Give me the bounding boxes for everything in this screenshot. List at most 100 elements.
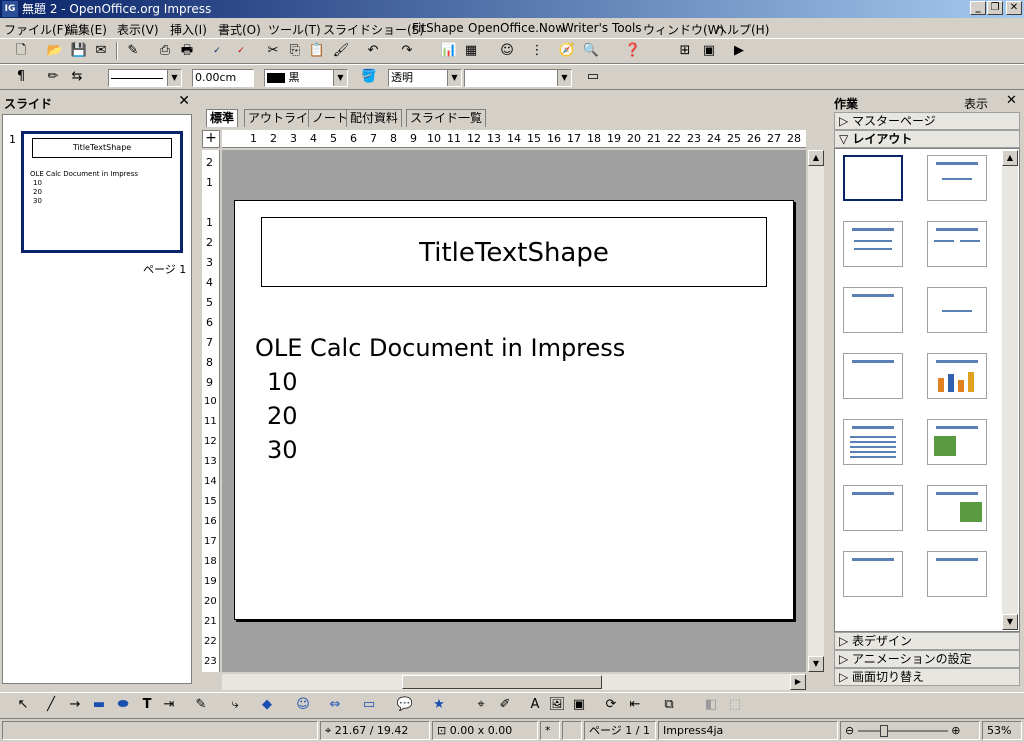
layout-title-clipart-text[interactable] bbox=[927, 419, 987, 465]
extrusion-icon[interactable]: ◧ bbox=[702, 696, 720, 714]
rotate-icon[interactable]: ⟳ bbox=[602, 696, 620, 714]
connector-tool-icon[interactable]: ⇥ bbox=[160, 696, 178, 714]
tab-normal[interactable]: 標準 bbox=[206, 109, 239, 127]
ellipse-tool-icon[interactable]: ⬬ bbox=[114, 696, 132, 714]
undo-icon[interactable]: ↶ bbox=[364, 42, 382, 60]
fontwork-icon[interactable]: A bbox=[526, 696, 544, 714]
shadow-icon[interactable]: ▭ bbox=[584, 68, 602, 86]
export-pdf-icon[interactable]: ⎙ bbox=[156, 42, 174, 60]
clone-format-icon[interactable]: 🖌 bbox=[332, 42, 350, 60]
impress-app-icon[interactable]: IG bbox=[2, 1, 18, 17]
taskpane-scrollbar[interactable]: ▲ ▼ bbox=[1002, 150, 1018, 630]
layout-centered-text[interactable] bbox=[927, 287, 987, 333]
editor-vertical-scrollbar[interactable]: ▲ ▼ bbox=[808, 150, 824, 672]
layout-blank[interactable] bbox=[843, 155, 903, 201]
layout-title-only-2[interactable] bbox=[843, 287, 903, 333]
menu-writers-tools[interactable]: Writer's Tools bbox=[562, 21, 642, 35]
layout-two-content[interactable] bbox=[927, 221, 987, 267]
stars-icon[interactable]: ★ bbox=[430, 696, 448, 714]
3d-effects-icon[interactable]: ⬚ bbox=[726, 696, 744, 714]
section-custom-animation[interactable]: ▷ アニメーションの設定 bbox=[834, 650, 1020, 668]
menu-format[interactable]: 書式(O) bbox=[218, 21, 261, 38]
selection-mode[interactable] bbox=[562, 721, 582, 740]
layout-title-text-chart[interactable] bbox=[843, 485, 903, 531]
section-layouts[interactable]: ▽ レイアウト bbox=[834, 130, 1020, 148]
ruler-origin-icon[interactable]: + bbox=[202, 130, 220, 148]
close-icon[interactable]: ✕ bbox=[1006, 93, 1017, 108]
print-icon[interactable]: 🖶 bbox=[178, 42, 196, 60]
navigator-icon[interactable]: 🧭 bbox=[558, 42, 576, 60]
scroll-down-icon[interactable]: ▼ bbox=[1002, 614, 1018, 630]
fill-style-select[interactable]: ▼ bbox=[464, 69, 572, 87]
menu-edit[interactable]: 編集(E) bbox=[66, 21, 107, 38]
slideshow-icon[interactable]: ▶ bbox=[730, 42, 748, 60]
line-width-input[interactable]: 0.00cm bbox=[192, 69, 254, 87]
layout-title-only[interactable] bbox=[927, 155, 987, 201]
area-fill-icon[interactable]: 🪣 bbox=[360, 68, 378, 86]
menu-window[interactable]: ウィンドウ(W) bbox=[643, 21, 724, 38]
new-slide-icon[interactable]: ⊞ bbox=[676, 42, 694, 60]
points-icon[interactable]: ⌖ bbox=[472, 696, 490, 714]
slide-sorter-list[interactable]: 1 TitleTextShape OLE Calc Document in Im… bbox=[2, 114, 192, 684]
grid-icon[interactable]: ⋮ bbox=[528, 42, 546, 60]
zoom-thumb[interactable] bbox=[879, 725, 888, 737]
menu-file[interactable]: ファイル(F) bbox=[4, 21, 68, 38]
taskpane-view-menu[interactable]: 表示 bbox=[964, 95, 988, 112]
redo-icon[interactable]: ↷ bbox=[398, 42, 416, 60]
chart-icon[interactable]: 📊 bbox=[440, 42, 458, 60]
zoom-track[interactable] bbox=[857, 725, 948, 737]
from-file-icon[interactable]: 🖼 bbox=[548, 696, 566, 714]
menu-view[interactable]: 表示(V) bbox=[117, 21, 159, 38]
line-style-select[interactable]: ▼ bbox=[108, 69, 182, 87]
scroll-up-icon[interactable]: ▲ bbox=[1002, 150, 1018, 166]
layout-title-content[interactable] bbox=[843, 221, 903, 267]
horizontal-ruler[interactable]: 1 2 3 4 5 6 7 8 9 10 11 12 13 14 15 16 1… bbox=[222, 130, 806, 148]
glue-points-icon[interactable]: ✐ bbox=[496, 696, 514, 714]
curve-tool-icon[interactable]: ✎ bbox=[192, 696, 210, 714]
line-color-select[interactable]: 黒 ▼ bbox=[264, 69, 348, 87]
arrow-line-tool-icon[interactable]: → bbox=[66, 696, 84, 714]
slide[interactable]: TitleTextShape OLE Calc Document in Impr… bbox=[234, 200, 794, 620]
basic-shapes-icon[interactable]: ◆ bbox=[258, 696, 276, 714]
close-icon[interactable]: ✕ bbox=[178, 93, 190, 109]
alignment-icon[interactable]: ⇤ bbox=[626, 696, 644, 714]
paste-icon[interactable]: 📋 bbox=[308, 42, 326, 60]
text-tool-icon[interactable]: T bbox=[138, 696, 156, 714]
slide-canvas[interactable]: TitleTextShape OLE Calc Document in Impr… bbox=[222, 150, 806, 672]
edit-file-icon[interactable]: ✎ bbox=[124, 42, 142, 60]
layout-title-chart[interactable] bbox=[927, 353, 987, 399]
minimize-button[interactable]: _ bbox=[970, 1, 986, 15]
menu-tools[interactable]: ツール(T) bbox=[268, 21, 321, 38]
table-icon[interactable]: ▦ bbox=[462, 42, 480, 60]
save-icon[interactable]: 💾 bbox=[70, 42, 88, 60]
zoom-slider[interactable]: ⊖ ⊕ bbox=[840, 721, 980, 740]
layout-title-object[interactable] bbox=[843, 353, 903, 399]
scroll-thumb[interactable] bbox=[402, 675, 602, 689]
zoom-value[interactable]: 53% bbox=[982, 721, 1022, 740]
close-window-button[interactable]: ✕ bbox=[1006, 1, 1022, 15]
scroll-right-icon[interactable]: ▶ bbox=[790, 674, 806, 690]
menu-help[interactable]: ヘルプ(H) bbox=[715, 21, 769, 38]
slide-title-box[interactable]: TitleTextShape bbox=[261, 217, 767, 287]
callouts-icon[interactable]: 💬 bbox=[396, 696, 414, 714]
line-icon[interactable]: ✏ bbox=[44, 68, 62, 86]
menu-insert[interactable]: 挿入(I) bbox=[170, 21, 207, 38]
layout-title-chart-text[interactable] bbox=[843, 551, 903, 597]
zoom-icon[interactable]: 🔍 bbox=[582, 42, 600, 60]
tab-slide-sorter[interactable]: スライド一覧 bbox=[406, 109, 487, 127]
slide-thumbnail[interactable]: TitleTextShape OLE Calc Document in Impr… bbox=[21, 131, 183, 253]
editor-horizontal-scrollbar[interactable]: ▶ bbox=[222, 674, 806, 690]
spellcheck-icon[interactable]: ✓ bbox=[208, 42, 226, 60]
select-arrow-icon[interactable]: ↖ bbox=[14, 696, 32, 714]
vertical-ruler[interactable]: 2 1 1 2 3 4 5 6 7 8 9 10 11 12 13 14 15 … bbox=[202, 150, 220, 672]
new-document-icon[interactable]: 🗋 bbox=[12, 42, 30, 60]
cut-icon[interactable]: ✂ bbox=[264, 42, 282, 60]
connectors-icon[interactable]: ⤷ bbox=[226, 696, 244, 714]
menu-openoffice-now[interactable]: OpenOffice.Now bbox=[468, 21, 565, 35]
help-icon[interactable]: ❓ bbox=[624, 42, 642, 60]
layout-title-text-object[interactable] bbox=[927, 551, 987, 597]
layout-title-text-clipart[interactable] bbox=[927, 485, 987, 531]
open-folder-icon[interactable]: 📂 bbox=[46, 42, 64, 60]
gallery-icon[interactable]: ▣ bbox=[570, 696, 588, 714]
section-table-design[interactable]: ▷ 表デザイン bbox=[834, 632, 1020, 650]
